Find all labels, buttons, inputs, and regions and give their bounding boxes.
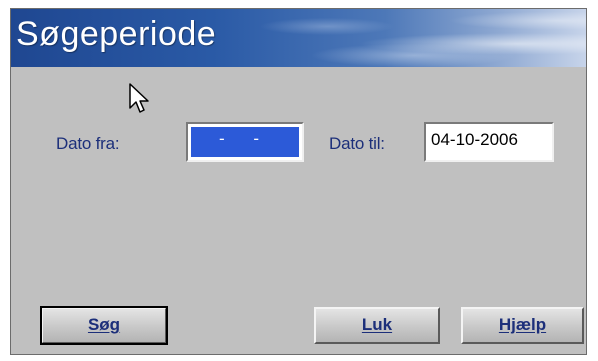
date-from-value: - -: [191, 127, 299, 157]
help-button[interactable]: Hjælp: [461, 307, 584, 344]
search-button[interactable]: Søg: [40, 306, 168, 345]
window-title: Søgeperiode: [16, 15, 217, 53]
date-to-input[interactable]: 04-10-2006: [424, 122, 554, 162]
search-period-dialog: Søgeperiode Dato fra: - - Dato til: 04-1…: [10, 8, 587, 355]
date-from-input[interactable]: - -: [186, 122, 304, 162]
mouse-pointer-icon: [129, 83, 149, 113]
date-to-value: 04-10-2006: [431, 130, 518, 149]
title-bar: Søgeperiode: [11, 9, 586, 67]
date-to-label: Dato til:: [329, 134, 385, 153]
close-button[interactable]: Luk: [314, 307, 440, 344]
date-from-label: Dato fra:: [56, 134, 120, 153]
